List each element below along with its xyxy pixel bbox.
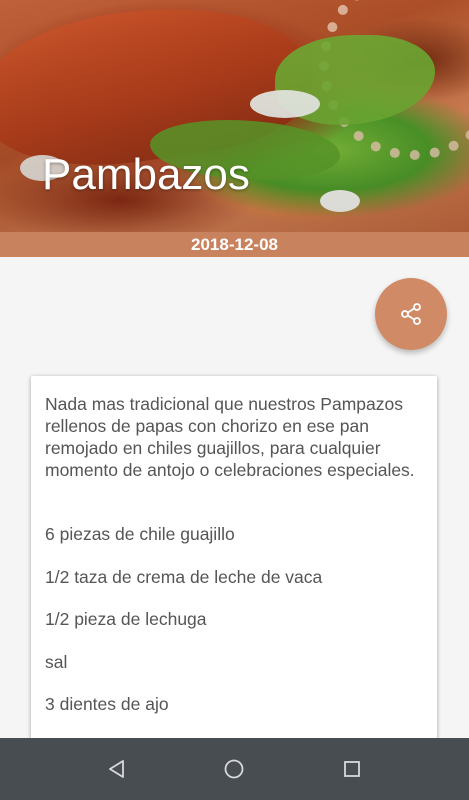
system-nav-bar (0, 738, 469, 800)
ingredient-item: 1/2 pieza de lechuga (45, 609, 207, 629)
share-button[interactable] (375, 278, 447, 350)
recipe-card: Nada mas tradicional que nuestros Pampaz… (31, 376, 437, 756)
nav-home-button[interactable] (221, 756, 247, 782)
ingredient-item: sal (45, 651, 68, 672)
recents-icon (344, 761, 360, 777)
ingredient-item: 3 dientes de ajo (45, 694, 169, 714)
share-icon (401, 303, 421, 325)
home-icon (224, 759, 244, 779)
recipe-description: Nada mas tradicional que nuestros Pampaz… (45, 394, 415, 480)
recipe-screen: Pambazos 2018-12-08 Nada mas tradicional… (0, 0, 469, 800)
recipe-title: Pambazos (42, 150, 250, 199)
ingredient-item: 1/2 taza de crema de leche de vaca (45, 566, 323, 587)
nav-back-button[interactable] (104, 756, 130, 782)
recipe-date: 2018-12-08 (0, 232, 469, 257)
ingredient-list: 6 piezas de chile guajillo 1/2 taza de c… (31, 523, 437, 715)
nav-recents-button[interactable] (339, 756, 365, 782)
ingredient-item: 6 piezas de chile guajillo (45, 524, 235, 544)
back-icon (109, 760, 124, 778)
